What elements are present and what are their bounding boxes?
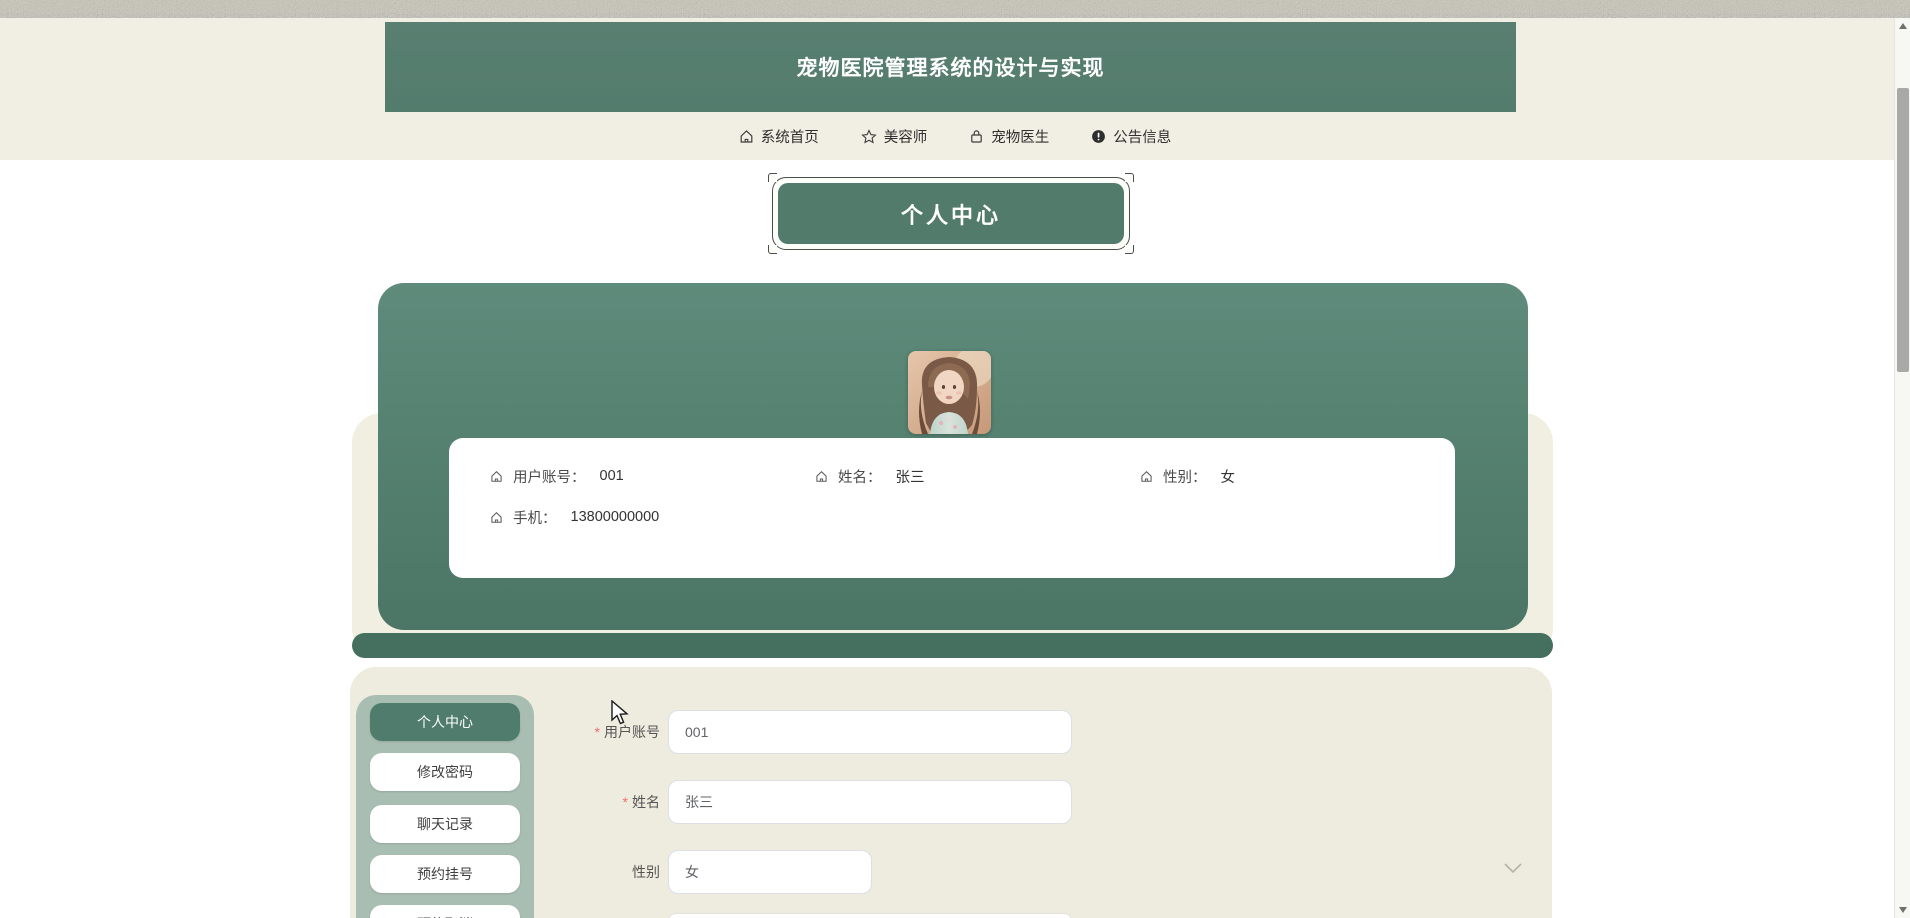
- scrollbar-thumb[interactable]: [1897, 88, 1909, 372]
- page-title-plaque: 个人中心: [768, 173, 1134, 254]
- required-mark: *: [594, 724, 600, 740]
- profile-info-card: 用户账号： 001 姓名： 张三 性别： 女 手机： 13800000000: [449, 438, 1455, 578]
- home-icon: [491, 470, 502, 482]
- nav-item-label: 宠物医生: [991, 129, 1050, 146]
- form-label-text: 用户账号: [604, 724, 660, 740]
- name-input[interactable]: [668, 780, 1072, 824]
- info-row: 用户账号： 001 姓名： 张三 性别： 女: [449, 464, 1455, 488]
- plaque-corner: [768, 245, 777, 254]
- vertical-scrollbar[interactable]: [1894, 18, 1910, 918]
- gender-select-input[interactable]: [668, 850, 872, 894]
- account-input[interactable]: [668, 710, 1072, 754]
- required-mark: *: [622, 794, 628, 810]
- triangle-down-icon: [1899, 907, 1907, 913]
- sidebar-item-label: 预约挂号: [417, 866, 473, 882]
- home-icon: [1141, 470, 1152, 482]
- plaque-corner: [1125, 245, 1134, 254]
- nav-item-label: 美容师: [883, 129, 928, 146]
- info-row: 手机： 13800000000: [449, 505, 1455, 529]
- info-value: 女: [1220, 469, 1236, 486]
- plaque-corner: [768, 173, 777, 182]
- nav-item-label: 系统首页: [760, 129, 819, 146]
- info-label: 姓名：: [838, 469, 882, 486]
- info-label: 性别：: [1163, 469, 1207, 486]
- info-field-name: 姓名： 张三: [815, 464, 1140, 488]
- form-label-text: 姓名: [632, 794, 660, 810]
- user-avatar[interactable]: [908, 351, 991, 434]
- top-texture-strip: [0, 0, 1910, 18]
- next-form-input-partial[interactable]: [668, 913, 1072, 918]
- home-icon: [816, 470, 827, 482]
- nav-item-vet[interactable]: 宠物医生: [969, 126, 1049, 147]
- home-icon: [740, 129, 753, 143]
- info-field-account: 用户账号： 001: [490, 464, 815, 488]
- main-nav: 系统首页 美容师 宠物医生 公告信息: [0, 112, 1910, 160]
- sidebar-item-label: 个人中心: [417, 714, 473, 730]
- form-label-name: * 姓名: [480, 780, 660, 824]
- announcement-icon: [1092, 129, 1106, 143]
- info-value: 张三: [895, 469, 925, 486]
- info-value: 13800000000: [570, 509, 660, 525]
- lock-icon: [971, 129, 983, 143]
- form-label-text: 性别: [632, 864, 660, 880]
- nav-item-label: 公告信息: [1113, 129, 1172, 146]
- star-icon: [861, 128, 877, 144]
- info-field-phone: 手机： 13800000000: [490, 505, 815, 529]
- home-icon: [491, 511, 502, 523]
- page-title: 个人中心: [900, 202, 1001, 228]
- page-title-banner: 个人中心: [778, 183, 1124, 244]
- nav-item-home[interactable]: 系统首页: [739, 126, 819, 147]
- plaque-corner: [1125, 173, 1134, 182]
- info-label: 用户账号：: [513, 469, 586, 486]
- info-field-gender: 性别： 女: [1140, 464, 1465, 488]
- site-banner: 宠物医院管理系统的设计与实现: [385, 22, 1516, 112]
- info-label: 手机：: [513, 510, 557, 527]
- form-label-gender: 性别: [480, 850, 660, 894]
- sidebar-item-label: 修改密码: [417, 764, 473, 780]
- sidebar-item-label: 预约取消: [417, 914, 473, 918]
- scrollbar-up-button[interactable]: [1895, 18, 1910, 34]
- hero-bottom-bar: [352, 633, 1553, 658]
- form-label-account: * 用户账号: [480, 710, 660, 754]
- nav-item-announcements[interactable]: 公告信息: [1091, 126, 1171, 147]
- pet-hospital-page: 宠物医院管理系统的设计与实现 系统首页 美容师 宠物医生 公告信息 个人中心 用…: [0, 0, 1910, 918]
- chevron-down-icon[interactable]: [1500, 860, 1526, 876]
- sidebar-item-appointment-cancel[interactable]: 预约取消: [370, 905, 520, 918]
- triangle-up-icon: [1899, 23, 1907, 29]
- header-band: 宠物医院管理系统的设计与实现 系统首页 美容师 宠物医生 公告信息: [0, 18, 1910, 160]
- scrollbar-down-button[interactable]: [1895, 902, 1910, 918]
- sidebar-item-label: 聊天记录: [417, 816, 473, 832]
- nav-item-groomer[interactable]: 美容师: [861, 126, 928, 147]
- site-title: 宠物医院管理系统的设计与实现: [796, 57, 1105, 80]
- info-value: 001: [599, 468, 624, 484]
